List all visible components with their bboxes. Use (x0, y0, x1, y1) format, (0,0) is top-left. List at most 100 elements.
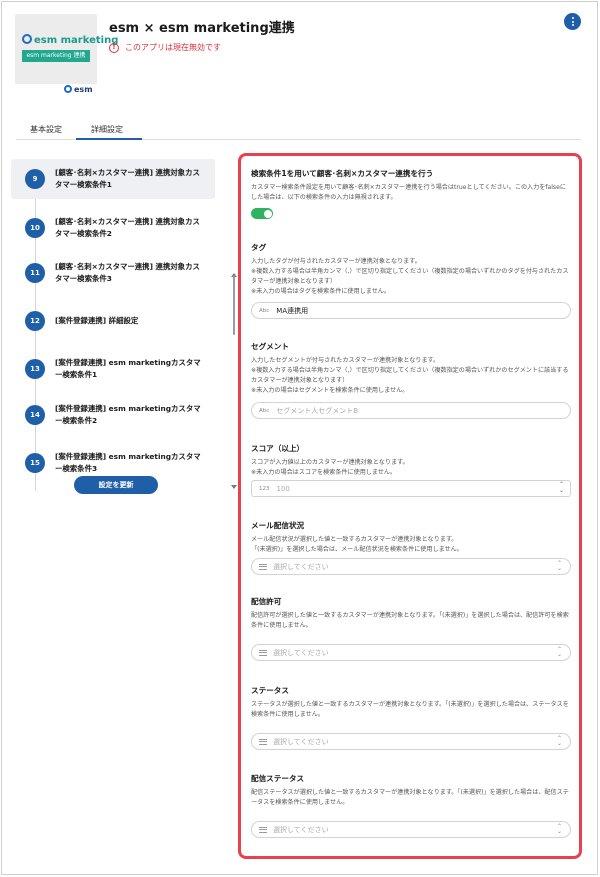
segment-section: セグメント 入力したセグメントが付与されたカスタマーが連携対象となります。 ※複… (251, 341, 571, 396)
use-condition-section: 検索条件1を用いて顧客･名刺×カスタマー連携を行う カスタマー検索条件設定を用い… (251, 168, 571, 203)
step-item-10[interactable]: 10 [顧客･名刺×カスタマー連携] 連携対象カスタマー検索条件2 (11, 208, 215, 248)
tag-input[interactable]: Abc MA連携用 (251, 302, 571, 319)
tag-section: タグ 入力したタグが付与されたカスタマーが連携対象となります。 ※複数入力する場… (251, 242, 571, 297)
step-number: 13 (25, 359, 45, 379)
section-title: スコア（以上） (251, 444, 305, 453)
section-note: ※未入力の場合はスコアを検索条件に使用しません。 (251, 469, 397, 476)
more-vertical-icon-dot (571, 20, 574, 23)
section-note: 「(未選択)」を選択した場合は、メール配信状況を検索条件に使用しません。 (251, 546, 463, 553)
more-vertical-icon (571, 17, 574, 19)
tab-basic-settings[interactable]: 基本設定 (30, 124, 62, 135)
step-number: 14 (25, 405, 45, 425)
section-note: ※未入力の場合はタグを検索条件に使用しません。 (251, 288, 390, 295)
scroll-down-arrow-icon[interactable] (231, 485, 237, 489)
section-description: スコアが入力値以上のカスタマーが連携対象となります。 (251, 459, 409, 466)
step-label: [顧客･名刺×カスタマー連携] 連携対象カスタマー検索条件2 (55, 217, 200, 238)
permission-section: 配信許可 配信許可が選択した値と一致するカスタマーが連携対象となります。「(未選… (251, 596, 571, 631)
app-frame: esm marketing esm marketing 連携 esm esm ×… (1, 1, 598, 875)
section-title: ステータス (251, 686, 289, 695)
logo-brand: esm marketing (22, 34, 118, 46)
more-vertical-icon-dot (571, 24, 574, 26)
section-title: セグメント (251, 342, 289, 351)
mail-status-select[interactable]: 選択してください ⌃ ⌄ (251, 558, 571, 575)
logo-badge: esm marketing 連携 (22, 50, 90, 62)
list-icon (259, 649, 267, 656)
section-description: 配信ステータスが選択した値と一致するカスタマーが連携対象となります。「(未選択)… (251, 789, 569, 806)
section-title: 検索条件1を用いて顧客･名刺×カスタマー連携を行う (251, 169, 434, 178)
select-placeholder: 選択してください (273, 562, 329, 571)
section-description: メール配信状況が選択した値と一致するカスタマーが連携対象となります。 (251, 536, 458, 543)
select-chevron-icon: ⌃ ⌄ (556, 646, 562, 658)
status-section: ステータス ステータスが選択した値と一致するカスタマーが連携対象となります。「(… (251, 685, 571, 720)
step-navigation: 9 [顧客･名刺×カスタマー連携] 連携対象カスタマー検索条件1 10 [顧客･… (11, 155, 215, 491)
text-type-icon: Abc (259, 407, 270, 414)
select-placeholder: 選択してください (273, 648, 329, 657)
text-type-icon: Abc (259, 307, 270, 314)
select-chevron-icon: ⌃ ⌄ (556, 735, 562, 747)
list-icon (259, 563, 267, 570)
section-description: ステータスが選択した値と一致するカスタマーが連携対象となります。「(未選択)」を… (251, 701, 569, 718)
vendor-logo-text: esm (74, 85, 93, 94)
score-input[interactable]: 123 100 ⌃ ⌄ (251, 480, 571, 497)
number-type-icon: 123 (259, 485, 270, 492)
page-title: esm × esm marketing連携 (109, 21, 295, 36)
mail-status-section: メール配信状況 メール配信状況が選択した値と一致するカスタマーが連携対象となりま… (251, 520, 571, 555)
permission-select[interactable]: 選択してください ⌃ ⌄ (251, 644, 571, 661)
select-placeholder: 選択してください (273, 825, 329, 834)
section-description: 配信許可が選択した値と一致するカスタマーが連携対象となります。「(未選択)」を選… (251, 612, 569, 629)
tab-detail-settings[interactable]: 詳細設定 (91, 124, 123, 135)
active-tab-indicator (76, 138, 142, 140)
status-select[interactable]: 選択してください ⌃ ⌄ (251, 733, 571, 750)
list-icon (259, 826, 267, 833)
step-number: 12 (25, 311, 45, 331)
section-title: 配信ステータス (251, 774, 305, 783)
select-chevron-icon: ⌃ ⌄ (556, 560, 562, 572)
step-number: 15 (25, 453, 45, 473)
use-condition-toggle[interactable] (251, 208, 273, 219)
step-label: [案件登録連携] esm marketingカスタマー検索条件1 (55, 358, 201, 379)
score-section: スコア（以上） スコアが入力値以上のカスタマーが連携対象となります。 ※未入力の… (251, 443, 571, 478)
step-item-9[interactable]: 9 [顧客･名刺×カスタマー連携] 連携対象カスタマー検索条件1 (11, 159, 215, 199)
step-label: [案件登録連携] 詳細設定 (55, 316, 139, 325)
section-title: 配信許可 (251, 597, 282, 606)
number-stepper-icon[interactable]: ⌃ ⌄ (559, 482, 564, 494)
segment-input[interactable]: Abc セグメント人セグメントB (251, 402, 571, 419)
section-description: 入力したタグが付与されたカスタマーが連携対象となります。 (251, 258, 421, 265)
tab-bar: 基本設定 詳細設定 (16, 120, 581, 140)
esm-logo-icon (22, 34, 32, 44)
more-options-button[interactable] (564, 13, 581, 30)
select-placeholder: 選択してください (273, 737, 329, 746)
step-number: 10 (25, 218, 45, 238)
step-label: [顧客･名刺×カスタマー連携] 連携対象カスタマー検索条件1 (55, 168, 200, 189)
search-condition-form: 検索条件1を用いて顧客･名刺×カスタマー連携を行う カスタマー検索条件設定を用い… (238, 153, 582, 859)
step-label: [顧客･名刺×カスタマー連携] 連携対象カスタマー検索条件3 (55, 262, 200, 283)
esm-logo-icon (64, 85, 72, 93)
step-label: [案件登録連携] esm marketingカスタマー検索条件2 (55, 404, 201, 425)
section-title: タグ (251, 243, 267, 252)
step-item-13[interactable]: 13 [案件登録連携] esm marketingカスタマー検索条件1 (11, 349, 215, 389)
select-chevron-icon: ⌃ ⌄ (556, 823, 562, 835)
logo-brand-text: esm marketing (34, 35, 119, 46)
scrollbar[interactable] (231, 157, 237, 493)
app-logo: esm marketing esm marketing 連携 (15, 14, 118, 84)
section-description: 入力したセグメントが付与されたカスタマーが連携対象となります。 (251, 357, 440, 364)
tag-input-value: MA連携用 (276, 306, 309, 315)
status-warning: このアプリは現在無効です (109, 42, 221, 53)
step-item-12[interactable]: 12 [案件登録連携] 詳細設定 (11, 301, 215, 341)
section-title: メール配信状況 (251, 521, 305, 530)
alert-circle-icon (109, 42, 119, 53)
score-input-placeholder: 100 (276, 484, 290, 493)
delivery-status-select[interactable]: 選択してください ⌃ ⌄ (251, 821, 571, 838)
update-settings-button[interactable]: 設定を更新 (74, 476, 158, 494)
list-icon (259, 738, 267, 745)
warning-text: このアプリは現在無効です (125, 43, 221, 52)
vendor-logo: esm (64, 85, 93, 94)
step-number: 9 (25, 169, 45, 189)
step-item-14[interactable]: 14 [案件登録連携] esm marketingカスタマー検索条件2 (11, 395, 215, 435)
step-label: [案件登録連携] esm marketingカスタマー検索条件3 (55, 452, 201, 473)
section-note: ※複数入力する場合は半角カンマ（,）で区切り指定してください（複数指定の場合いず… (251, 268, 569, 285)
step-number: 11 (25, 263, 45, 283)
scroll-thumb[interactable] (233, 275, 235, 335)
delivery-status-section: 配信ステータス 配信ステータスが選択した値と一致するカスタマーが連携対象となりま… (251, 773, 571, 808)
step-item-11[interactable]: 11 [顧客･名刺×カスタマー連携] 連携対象カスタマー検索条件3 (11, 253, 215, 293)
